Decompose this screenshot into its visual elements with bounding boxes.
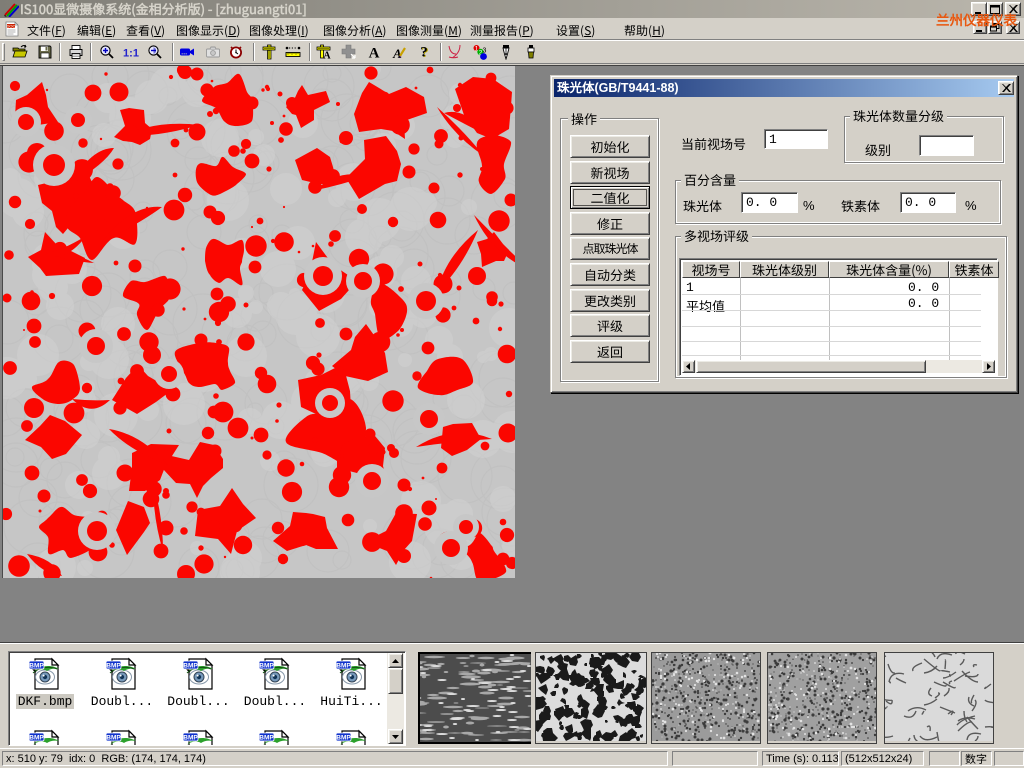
svg-text:BMP: BMP <box>29 663 44 670</box>
svg-text:A: A <box>369 46 380 61</box>
svg-text:1:1: 1:1 <box>123 48 139 60</box>
svg-text:BMP: BMP <box>183 735 198 742</box>
svg-text:BMP: BMP <box>336 735 351 742</box>
svg-text:BMP: BMP <box>259 663 274 670</box>
svg-text:?: ? <box>420 45 428 61</box>
svg-text:A: A <box>323 51 331 61</box>
svg-text:BMP: BMP <box>336 663 351 670</box>
svg-text:DOC: DOC <box>7 24 16 29</box>
svg-text:BMP: BMP <box>106 663 121 670</box>
svg-text:BMP: BMP <box>183 663 198 670</box>
svg-text:BMP: BMP <box>259 735 274 742</box>
svg-text:BMP: BMP <box>106 735 121 742</box>
svg-text:BMP: BMP <box>29 735 44 742</box>
